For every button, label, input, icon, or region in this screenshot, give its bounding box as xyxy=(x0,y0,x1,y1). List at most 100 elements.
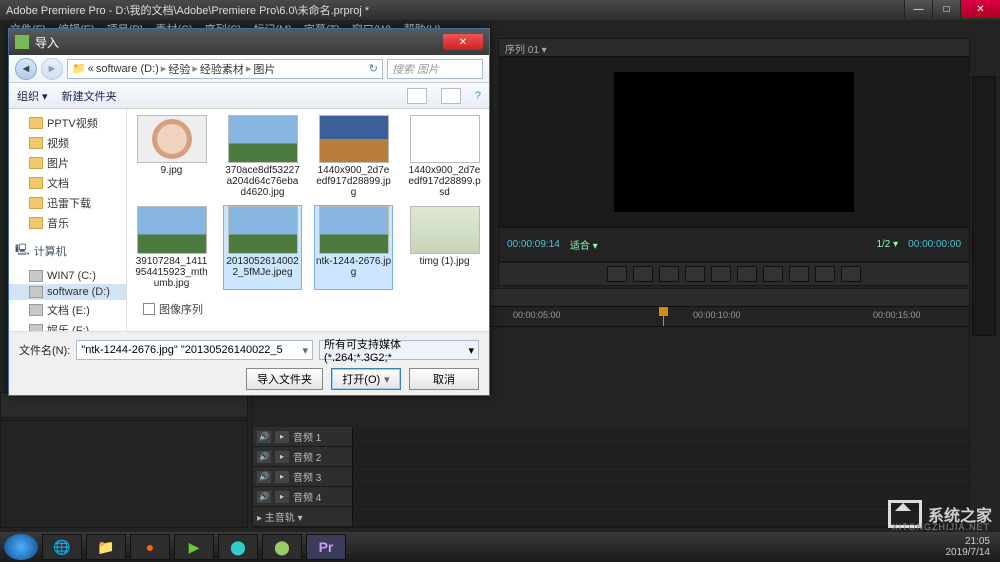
taskbar-premiere[interactable]: Pr xyxy=(306,534,346,560)
lift-button[interactable] xyxy=(789,266,809,282)
file-item[interactable]: 1440x900_2d7eedf917d28899.jpg xyxy=(315,115,392,198)
checkbox-icon[interactable] xyxy=(143,303,155,315)
speaker-icon[interactable]: 🔊 xyxy=(257,471,271,483)
system-tray[interactable]: 21:05 2019/7/14 xyxy=(946,536,997,558)
sidebar-drive-f[interactable]: 娱乐 (F:) xyxy=(9,320,126,331)
dialog-close-button[interactable]: ✕ xyxy=(443,34,483,50)
ruler-mark: 00:00:15:00 xyxy=(873,310,921,320)
taskbar-app-1[interactable]: 🌐 xyxy=(42,534,82,560)
program-controls: 00:00:09:14 适合 ▾ 1/2 ▾ 00:00:00:00 xyxy=(499,227,969,261)
speaker-icon[interactable]: 🔊 xyxy=(257,491,271,503)
import-folder-button[interactable]: 导入文件夹 xyxy=(246,368,323,390)
track-toggle-icon[interactable]: ▸ xyxy=(275,471,289,483)
sidebar-item-pictures[interactable]: 图片 xyxy=(9,153,126,173)
step-fwd-button[interactable] xyxy=(737,266,757,282)
dialog-body: PPTV视频 视频 图片 文档 迅雷下载 音乐 🖳计算机 WIN7 (C:) s… xyxy=(9,109,489,331)
audio-track-1[interactable]: 🔊 ▸ 音频 1 xyxy=(253,427,969,447)
view-mode-button[interactable] xyxy=(407,88,427,104)
timecode-right[interactable]: 00:00:00:00 xyxy=(908,239,961,250)
timecode-left[interactable]: 00:00:09:14 xyxy=(507,239,560,250)
filename-input[interactable]: "ntk-1244-2676.jpg" "20130526140022_5▾ xyxy=(76,340,313,360)
taskbar-app-6[interactable]: ⬤ xyxy=(262,534,302,560)
goto-out-button[interactable] xyxy=(763,266,783,282)
master-track[interactable]: ▸ 主音轨 ▾ xyxy=(253,507,969,527)
scale-dropdown[interactable]: 1/2 ▾ xyxy=(876,239,898,250)
file-thumb xyxy=(319,115,389,163)
step-back-button[interactable] xyxy=(685,266,705,282)
filetype-filter[interactable]: 所有可支持媒体 (*.264;*.3G2;*▾ xyxy=(319,340,479,360)
minimize-button[interactable]: — xyxy=(904,0,932,18)
mark-out-button[interactable] xyxy=(633,266,653,282)
master-label: ▸ 主音轨 ▾ xyxy=(257,509,303,524)
sidebar-drive-e[interactable]: 文档 (E:) xyxy=(9,300,126,320)
file-thumb xyxy=(137,115,207,163)
close-button[interactable]: ✕ xyxy=(960,0,1000,18)
dialog-titlebar[interactable]: 导入 ✕ xyxy=(9,29,489,55)
file-item[interactable]: ntk-1244-2676.jpg xyxy=(315,206,392,289)
sidebar-item-documents[interactable]: 文档 xyxy=(9,173,126,193)
track-toggle-icon[interactable]: ▸ xyxy=(275,431,289,443)
crumb[interactable]: « xyxy=(88,63,94,75)
file-item[interactable]: timg (1).jpg xyxy=(406,206,483,289)
crumb[interactable]: software (D:) xyxy=(96,63,159,75)
back-button[interactable]: ◄ xyxy=(15,58,37,80)
fit-dropdown[interactable]: 适合 ▾ xyxy=(570,237,598,252)
taskbar-firefox[interactable]: ● xyxy=(130,534,170,560)
export-frame-button[interactable] xyxy=(841,266,861,282)
program-tab[interactable]: 序列 01 ▾ xyxy=(499,39,969,57)
goto-in-button[interactable] xyxy=(659,266,679,282)
taskbar-player[interactable]: ▶ xyxy=(174,534,214,560)
file-item[interactable]: 370ace8df53227a204d64c76ebad4620.jpg xyxy=(224,115,301,198)
help-icon[interactable]: ? xyxy=(475,90,481,102)
file-item[interactable]: 1440x900_2d7eedf917d28899.psd xyxy=(406,115,483,198)
maximize-button[interactable]: □ xyxy=(932,0,960,18)
breadcrumb[interactable]: 📁 « software (D:)▸ 经验▸ 经验素材▸ 图片 ↻ xyxy=(67,59,383,79)
taskbar-explorer[interactable]: 📁 xyxy=(86,534,126,560)
file-name: 9.jpg xyxy=(133,165,210,176)
sidebar-item-video[interactable]: 视频 xyxy=(9,133,126,153)
sidebar-drive-d[interactable]: software (D:) xyxy=(9,284,126,300)
file-name: timg (1).jpg xyxy=(406,256,483,267)
track-label: 音频 4 xyxy=(293,489,321,504)
crumb[interactable]: 经验 xyxy=(168,61,190,77)
image-sequence-checkbox[interactable]: 图像序列 xyxy=(133,297,483,317)
sidebar-item-music[interactable]: 音乐 xyxy=(9,213,126,233)
taskbar-app-5[interactable]: ⬤ xyxy=(218,534,258,560)
tray-date: 2019/7/14 xyxy=(946,547,991,558)
mark-in-button[interactable] xyxy=(607,266,627,282)
audio-track-4[interactable]: 🔊 ▸ 音频 4 xyxy=(253,487,969,507)
open-button[interactable]: 打开(O)▾ xyxy=(331,368,401,390)
play-button[interactable] xyxy=(711,266,731,282)
speaker-icon[interactable]: 🔊 xyxy=(257,451,271,463)
extract-button[interactable] xyxy=(815,266,835,282)
file-name: ntk-1244-2676.jpg xyxy=(315,256,392,278)
cancel-button[interactable]: 取消 xyxy=(409,368,479,390)
search-input[interactable]: 搜索 图片 xyxy=(387,59,483,79)
forward-button[interactable]: ► xyxy=(41,58,63,80)
sidebar-item-pptv[interactable]: PPTV视频 xyxy=(9,113,126,133)
crumb[interactable]: 图片 xyxy=(253,61,275,77)
track-toggle-icon[interactable]: ▸ xyxy=(275,451,289,463)
start-button[interactable] xyxy=(4,534,38,560)
folder-icon: 📁 xyxy=(72,62,86,75)
file-item[interactable]: 9.jpg xyxy=(133,115,210,198)
crumb[interactable]: 经验素材 xyxy=(200,61,244,77)
file-grid[interactable]: 9.jpg 370ace8df53227a204d64c76ebad4620.j… xyxy=(127,109,489,331)
file-thumb xyxy=(228,206,298,254)
audio-track-2[interactable]: 🔊▸音频 2 xyxy=(253,447,969,467)
preview-pane-button[interactable] xyxy=(441,88,461,104)
track-label: 音频 1 xyxy=(293,429,321,444)
audio-track-3[interactable]: 🔊▸音频 3 xyxy=(253,467,969,487)
refresh-icon[interactable]: ↻ xyxy=(369,62,378,75)
organize-menu[interactable]: 组织 ▾ xyxy=(17,88,48,104)
playhead[interactable] xyxy=(663,307,664,326)
file-item[interactable]: 20130526140022_5fMJe.jpeg xyxy=(224,206,301,289)
track-toggle-icon[interactable]: ▸ xyxy=(275,491,289,503)
sidebar-drive-c[interactable]: WIN7 (C:) xyxy=(9,268,126,284)
sidebar-computer-header[interactable]: 🖳计算机 xyxy=(9,237,126,264)
sidebar-item-thunder[interactable]: 迅雷下载 xyxy=(9,193,126,213)
new-folder-button[interactable]: 新建文件夹 xyxy=(62,88,117,104)
file-item[interactable]: 39107284_1411954415923_mthumb.jpg xyxy=(133,206,210,289)
program-monitor xyxy=(499,57,969,227)
speaker-icon[interactable]: 🔊 xyxy=(257,431,271,443)
